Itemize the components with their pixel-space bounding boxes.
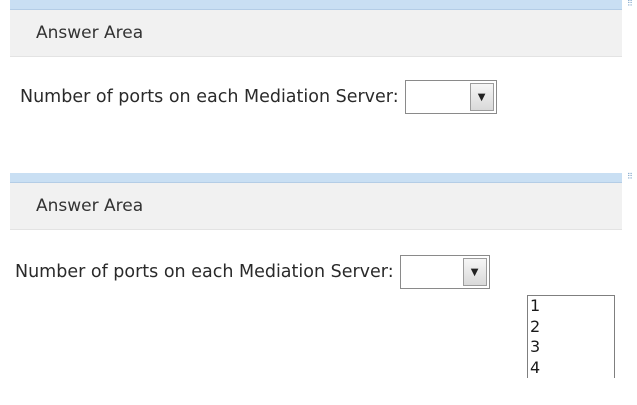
- question-label: Number of ports on each Mediation Server…: [15, 262, 394, 282]
- dropdown-option[interactable]: 4: [530, 358, 614, 379]
- answer-area-header: Answer Area: [10, 10, 622, 57]
- answer-area-header: Answer Area: [10, 183, 622, 230]
- answer-area-title: Answer Area: [36, 23, 144, 43]
- question-row: Number of ports on each Mediation Server…: [0, 252, 637, 292]
- dropdown-option[interactable]: 1: [530, 296, 614, 317]
- answer-panel-top: ⠿ Answer Area Number of ports on each Me…: [0, 0, 637, 117]
- panel-bottom-strip: [10, 173, 622, 183]
- grip-icon: ⠿: [627, 172, 633, 181]
- dropdown-option[interactable]: 2: [530, 317, 614, 338]
- chevron-down-icon[interactable]: ▼: [462, 258, 487, 286]
- dropdown-option[interactable]: 3: [530, 337, 614, 358]
- question-row: Number of ports on each Mediation Server…: [0, 77, 637, 117]
- answer-area-title: Answer Area: [36, 196, 144, 216]
- ports-select-value: [406, 81, 468, 113]
- question-label: Number of ports on each Mediation Server…: [20, 87, 399, 107]
- ports-select-open[interactable]: ▼: [399, 255, 490, 289]
- grip-icon: ⠿: [627, 0, 633, 8]
- ports-dropdown-list: 1 2 3 4: [527, 295, 615, 378]
- ports-select-value: [401, 256, 461, 288]
- answer-panel-bottom: ⠿ Answer Area Number of ports on each Me…: [0, 172, 637, 378]
- panel-top-strip: [10, 0, 622, 10]
- ports-select[interactable]: ▼: [404, 80, 497, 114]
- chevron-down-icon[interactable]: ▼: [469, 83, 494, 111]
